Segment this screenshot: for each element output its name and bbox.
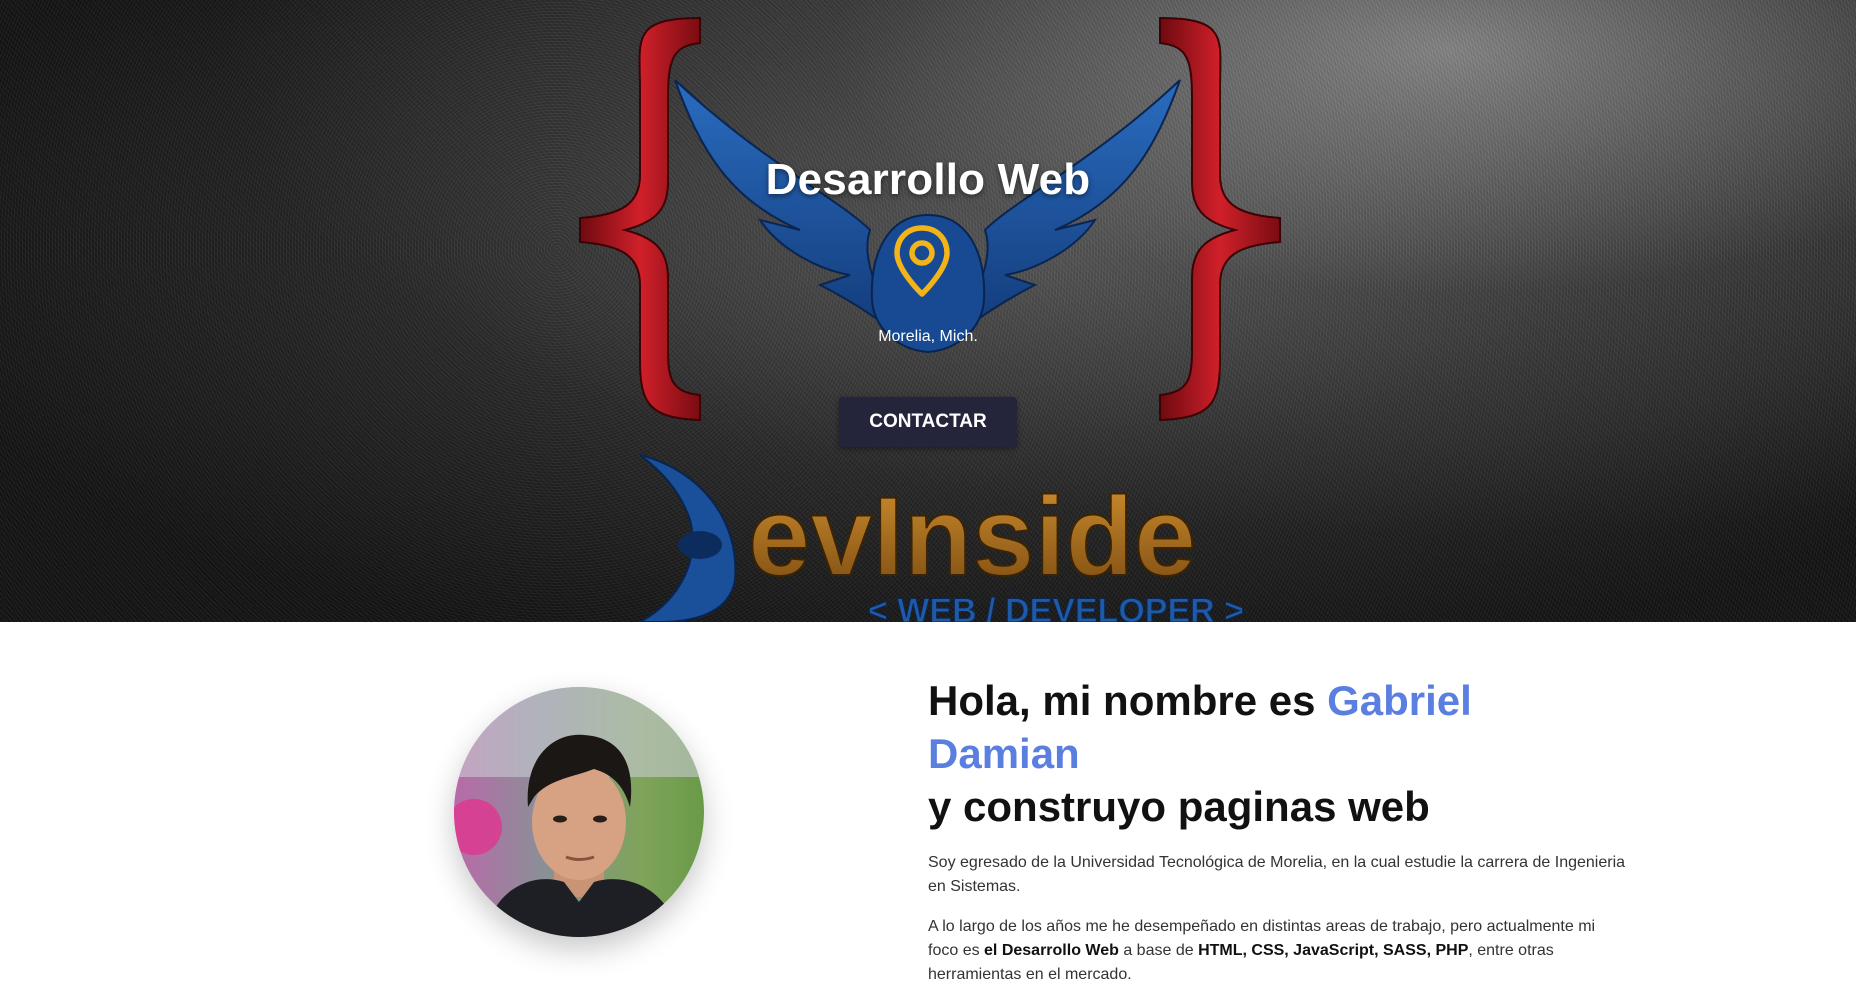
about-heading: Hola, mi nombre es Gabriel Damian y cons… bbox=[928, 674, 1628, 833]
hero-location: Morelia, Mich. bbox=[878, 328, 978, 345]
profile-photo bbox=[454, 687, 704, 937]
about-text: Hola, mi nombre es Gabriel Damian y cons… bbox=[928, 674, 1628, 987]
hero-section: evInside < WEB / DEVELOPER > Desarrollo … bbox=[0, 0, 1856, 622]
heading-tagline: y construyo paginas web bbox=[928, 783, 1430, 830]
about-paragraph-2: A lo largo de los años me he desempeñado… bbox=[928, 915, 1628, 987]
contact-button[interactable]: CONTACTAR bbox=[839, 397, 1017, 447]
about-paragraph-1: Soy egresado de la Universidad Tecnológi… bbox=[928, 854, 1626, 895]
avatar bbox=[454, 687, 704, 937]
heading-intro: Hola, mi nombre es bbox=[928, 677, 1328, 724]
about-section: Hola, mi nombre es Gabriel Damian y cons… bbox=[0, 622, 1856, 983]
hero-content: Desarrollo Web Morelia, Mich. CONTACTAR bbox=[0, 0, 1856, 622]
hero-title: Desarrollo Web bbox=[765, 155, 1091, 204]
map-pin-icon bbox=[894, 225, 950, 297]
